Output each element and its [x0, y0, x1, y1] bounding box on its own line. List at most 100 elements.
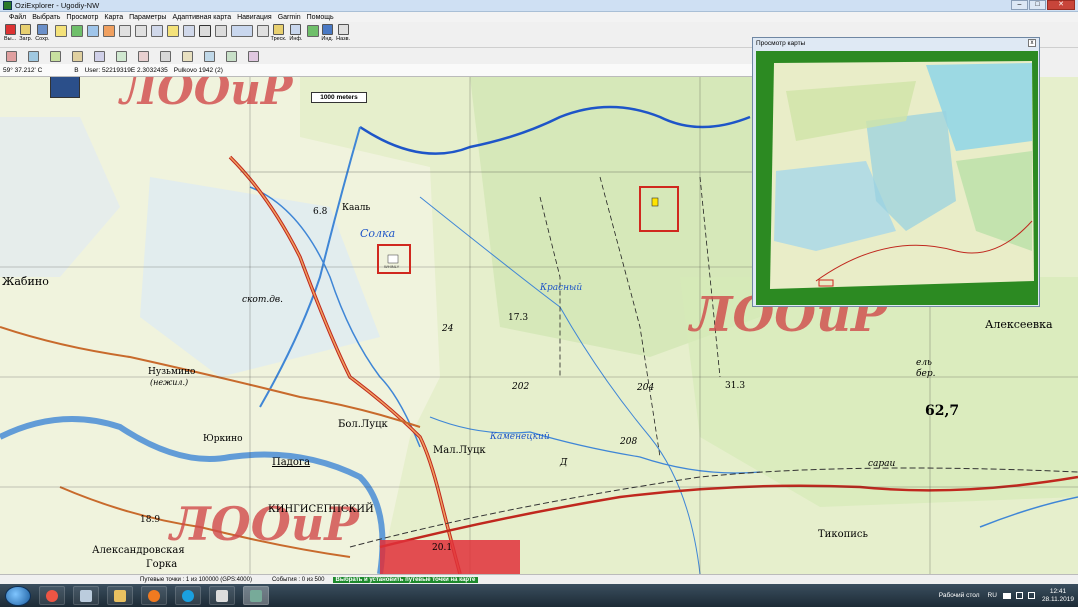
map-label: 204 — [637, 383, 655, 393]
network-icon[interactable] — [1015, 592, 1023, 599]
minimize-button[interactable]: – — [1011, 0, 1028, 10]
taskbar-firefox[interactable] — [141, 586, 167, 605]
name-icon — [337, 24, 349, 35]
window-title: OziExplorer - Ugodiy-NW — [15, 1, 100, 10]
event-list-icon[interactable] — [28, 50, 39, 62]
taskbar-files[interactable] — [107, 586, 133, 605]
menu-adaptive-map[interactable]: Адаптивная карта — [172, 14, 231, 21]
zoom-out-icon[interactable] — [134, 25, 147, 37]
track-list-icon[interactable] — [72, 50, 83, 62]
search-icon[interactable] — [198, 25, 211, 37]
window-controls: – □ ✕ — [1010, 0, 1075, 10]
map-label: Кааль — [342, 203, 371, 213]
taskbar-notes[interactable] — [73, 586, 99, 605]
map-label: 18.9 — [140, 515, 161, 525]
info-button[interactable]: Инф. — [289, 22, 302, 42]
lines-icon[interactable] — [150, 25, 163, 37]
map-label: (нежил.) — [150, 378, 189, 387]
wp-add-icon[interactable] — [138, 50, 149, 62]
event-icon[interactable] — [70, 25, 83, 37]
load-button[interactable]: Загр. — [19, 22, 32, 42]
waypoint-list-icon[interactable] — [6, 50, 17, 62]
taskbar-film[interactable] — [209, 586, 235, 605]
title-bar: OziExplorer - Ugodiy-NW – □ ✕ — [0, 0, 1078, 12]
track-icon — [272, 24, 284, 35]
clock-time: 12:41 — [1049, 587, 1067, 595]
save-button[interactable]: Сохр. — [35, 22, 50, 42]
load-label: Загр. — [19, 36, 33, 42]
desktop-label[interactable]: Рабочий стол — [939, 592, 980, 599]
flag-icon[interactable] — [1002, 592, 1011, 599]
longitude-readout: В — [74, 66, 79, 74]
taskbar-skype[interactable] — [175, 586, 201, 605]
route-icon[interactable] — [86, 25, 99, 37]
exit-button[interactable]: Вы... — [4, 22, 16, 42]
maximize-button[interactable]: □ — [1029, 0, 1046, 10]
overview-map[interactable] — [756, 51, 1038, 305]
menu-file[interactable]: Файл — [9, 14, 26, 21]
map-label: КИНГИСЕППСКИЙ — [268, 504, 374, 515]
user-coords-readout: User: 52219319E 2.3032435 — [84, 66, 168, 74]
hand-icon[interactable] — [214, 25, 227, 37]
coordinate-bar: 59° 37.212' С В User: 52219319E 2.303243… — [0, 64, 760, 77]
menu-help[interactable]: Помощь — [307, 14, 334, 21]
route-list-icon[interactable] — [50, 50, 61, 62]
film-icon — [216, 589, 228, 602]
gps-icon[interactable] — [204, 50, 215, 62]
menu-settings[interactable]: Параметры — [129, 14, 166, 21]
close-button[interactable]: ✕ — [1047, 0, 1075, 10]
track-button[interactable]: Треск. — [271, 22, 286, 42]
firefox-icon — [148, 589, 160, 602]
exit-icon — [4, 24, 16, 35]
layers-icon[interactable] — [182, 25, 195, 37]
map-icon[interactable] — [226, 50, 237, 62]
files-icon — [114, 589, 126, 602]
track-add-icon[interactable] — [102, 25, 115, 37]
map-navigator[interactable] — [50, 77, 80, 98]
map-label: 20.1 — [432, 543, 453, 553]
menu-navigation[interactable]: Навигация — [237, 14, 272, 21]
event-count: События : 0 из 500 — [271, 576, 325, 583]
skype-icon — [182, 589, 194, 602]
system-tray: Рабочий стол RU 12:41 28.11.2019 — [939, 584, 1074, 607]
language-indicator[interactable]: RU — [988, 592, 997, 599]
wp-icon[interactable] — [94, 50, 105, 62]
preview-close-button[interactable]: x — [1028, 39, 1036, 47]
menu-view[interactable]: Просмотр — [66, 14, 98, 21]
map-label: Юркино — [203, 434, 243, 444]
menu-map[interactable]: Карта — [104, 14, 123, 21]
map-preview-panel[interactable]: Просмотр карты x — [752, 37, 1040, 307]
indicator-button[interactable]: Инд. — [321, 22, 333, 42]
map-label: 17.3 — [508, 313, 529, 323]
menu-select[interactable]: Выбрать — [32, 14, 60, 21]
name-button[interactable]: Назв. — [336, 22, 350, 42]
taskbar-ozi[interactable] — [243, 586, 269, 605]
waypoint-marker[interactable]: WHINLY — [384, 264, 399, 269]
clock[interactable]: 12:41 28.11.2019 — [1042, 588, 1074, 604]
zoom-in-icon[interactable] — [118, 25, 131, 37]
volume-icon[interactable] — [1027, 592, 1035, 599]
map-label: Солка — [360, 227, 396, 240]
menu-garmin[interactable]: Garmin — [278, 14, 301, 21]
waypoint-icon[interactable] — [54, 25, 67, 37]
map-label: Жабино — [2, 275, 49, 288]
map-label: Бол.Луцк — [338, 419, 388, 430]
map-label: Красный — [540, 283, 583, 293]
map-label: 62,7 — [925, 403, 960, 419]
measure-icon[interactable] — [248, 50, 259, 62]
datum-readout: Pulkovo 1942 (2) — [173, 66, 223, 74]
status-bar: Путевые точки : 1 из 100000 (GPS:4000) С… — [0, 574, 1078, 584]
start-button[interactable] — [5, 585, 31, 606]
scale-bar: 1000 meters — [311, 92, 367, 103]
map-select-icon[interactable] — [230, 25, 253, 37]
arrows-icon[interactable] — [307, 25, 320, 37]
wp-move-icon[interactable] — [116, 50, 127, 62]
clock-date: 28.11.2019 — [1041, 595, 1074, 603]
wp-delete-icon[interactable] — [182, 50, 193, 62]
map-stamp: ЛООиР — [120, 77, 293, 114]
wp-edit-icon[interactable] — [160, 50, 171, 62]
plus-icon[interactable] — [256, 25, 269, 37]
grid-icon[interactable] — [166, 25, 179, 37]
ozi-icon — [250, 589, 262, 602]
taskbar-explorer[interactable] — [39, 586, 65, 605]
